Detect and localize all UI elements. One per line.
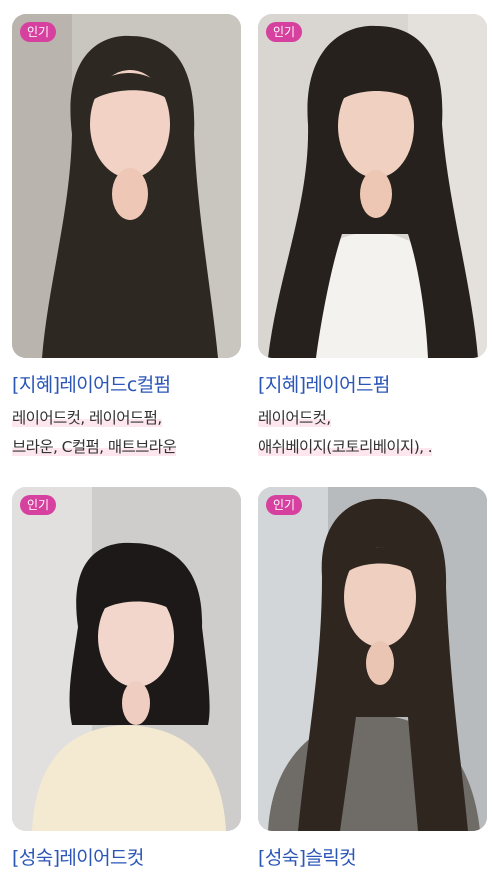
hairstyle-photo[interactable]: 인기	[12, 487, 241, 831]
style-card[interactable]: 인기 [지혜]레이어드c컬펌 레이어드컷, 레이어드펌, 브라운, C컬펌, 매…	[12, 14, 241, 462]
tag-line: 레이어드컷, 레이어드펌,	[12, 409, 162, 427]
style-title[interactable]: [지혜]레이어드펌	[258, 372, 487, 398]
style-card[interactable]: 인기 [성숙]슬릭컷	[258, 487, 487, 871]
popular-badge: 인기	[20, 22, 57, 42]
style-card[interactable]: 인기 [지혜]레이어드펌 레이어드컷, 애쉬베이지(코토리베이지), .	[258, 14, 487, 462]
style-tags: 레이어드컷, 레이어드펌, 브라운, C컬펌, 매트브라운	[12, 404, 241, 462]
tag-line: 레이어드컷,	[258, 409, 331, 427]
style-title[interactable]: [성숙]슬릭컷	[258, 845, 487, 871]
style-card[interactable]: 인기 [성숙]레이어드컷	[12, 487, 241, 871]
popular-badge: 인기	[20, 495, 57, 515]
style-tags: 레이어드컷, 애쉬베이지(코토리베이지), .	[258, 404, 487, 462]
style-title[interactable]: [성숙]레이어드컷	[12, 845, 241, 871]
style-title[interactable]: [지혜]레이어드c컬펌	[12, 372, 241, 398]
popular-badge: 인기	[266, 22, 303, 42]
tag-line: 애쉬베이지(코토리베이지), .	[258, 438, 433, 456]
tag-line: 브라운, C컬펌, 매트브라운	[12, 438, 177, 456]
popular-badge: 인기	[266, 495, 303, 515]
hairstyle-photo[interactable]: 인기	[12, 14, 241, 358]
hairstyle-photo[interactable]: 인기	[258, 14, 487, 358]
hairstyle-photo[interactable]: 인기	[258, 487, 487, 831]
